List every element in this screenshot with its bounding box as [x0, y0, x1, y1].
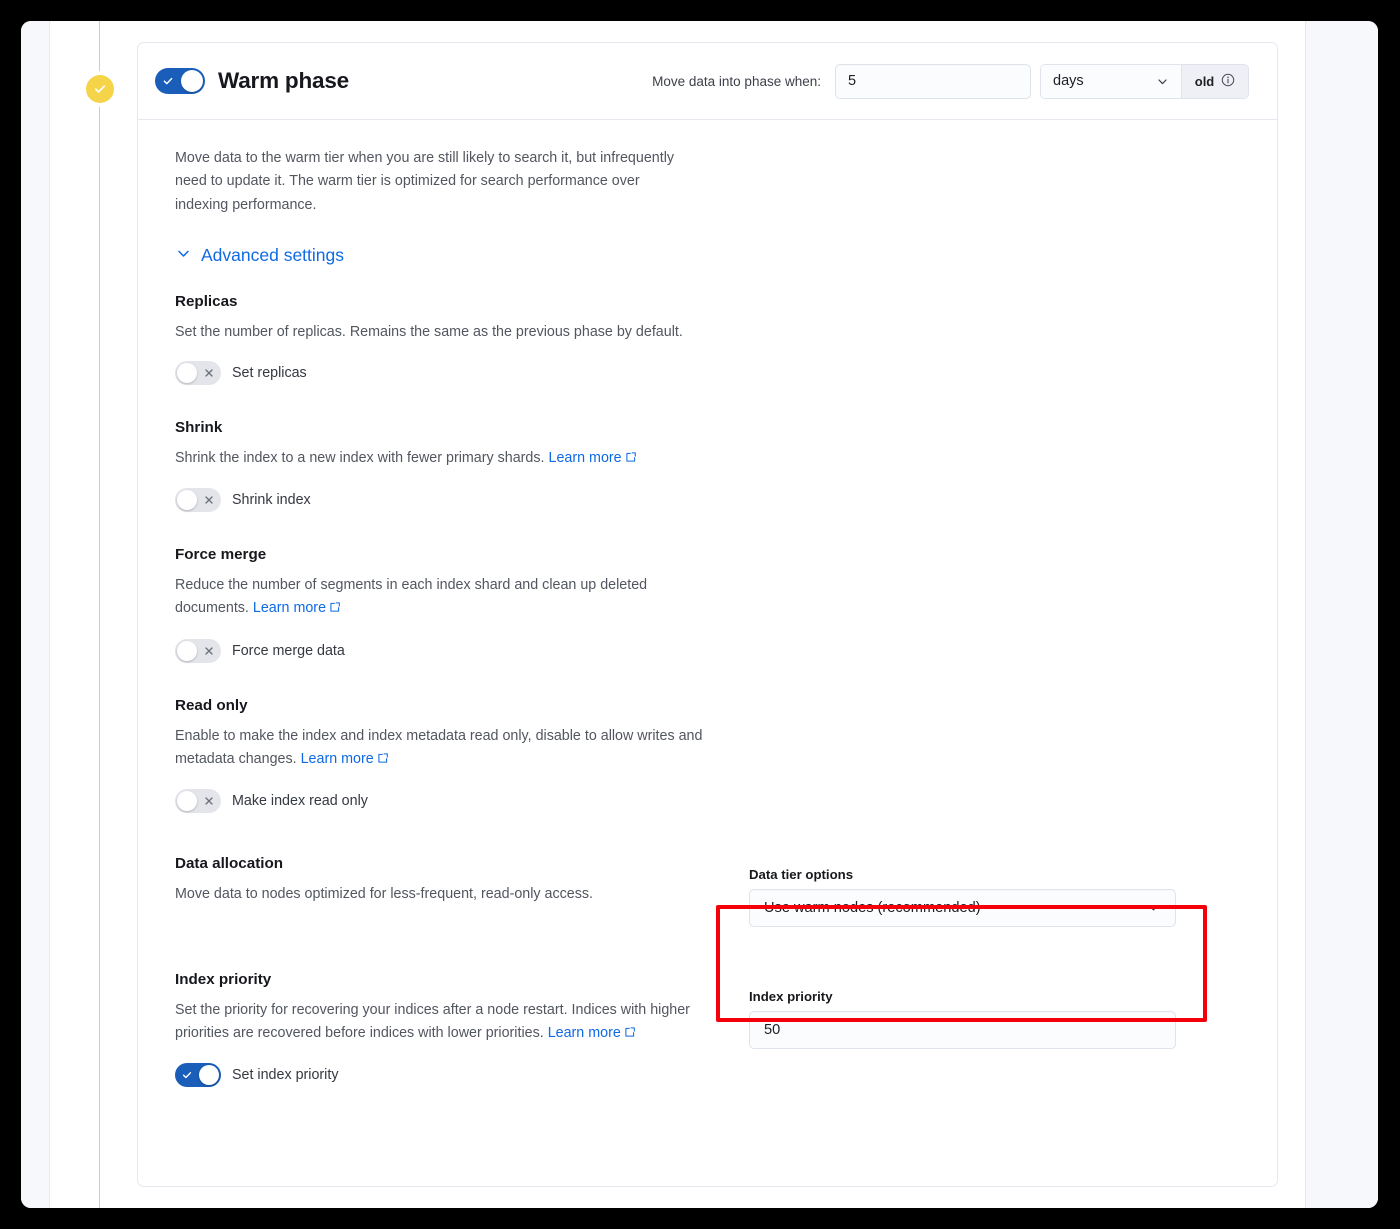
right-side-panel	[1305, 21, 1378, 1208]
section-description: Move data to nodes optimized for less-fr…	[175, 883, 710, 906]
section-title: Replicas	[175, 293, 721, 310]
learn-more-link[interactable]: Learn more	[548, 1025, 636, 1041]
section-description: Enable to make the index and index metad…	[175, 725, 710, 772]
external-link-icon	[625, 448, 637, 471]
chevron-down-icon	[1156, 75, 1169, 88]
shrink-index-toggle[interactable]	[175, 488, 221, 512]
advanced-settings-label: Advanced settings	[201, 245, 344, 266]
section-read-only: Read only Enable to make the index and i…	[175, 697, 1249, 813]
force-merge-label: Force merge data	[232, 643, 345, 659]
phase-timeline-check-icon	[86, 75, 114, 103]
cross-icon	[197, 488, 221, 512]
shrink-index-row: Shrink index	[175, 488, 721, 512]
section-force-merge: Force merge Reduce the number of segment…	[175, 546, 1249, 662]
data-tier-options-label: Data tier options	[749, 867, 1249, 882]
section-shrink: Shrink Shrink the index to a new index w…	[175, 419, 1249, 512]
external-link-icon	[624, 1023, 636, 1046]
check-icon	[175, 1063, 199, 1087]
index-priority-label: Index priority	[749, 989, 1249, 1004]
read-only-label: Make index read only	[232, 793, 368, 809]
section-index-priority: Index priority Set the priority for reco…	[175, 971, 1249, 1087]
learn-more-label: Learn more	[549, 450, 622, 466]
min-age-suffix: old	[1181, 65, 1248, 98]
data-tier-options-value: Use warm nodes (recommended)	[764, 900, 981, 916]
phase-timeline-line	[99, 21, 100, 1208]
toggle-knob	[177, 490, 197, 510]
section-title: Index priority	[175, 971, 721, 988]
external-link-icon	[329, 598, 341, 621]
index-priority-input[interactable]	[749, 1011, 1176, 1049]
page-surface: Warm phase Move data into phase when: da…	[21, 21, 1378, 1208]
chevron-down-icon	[175, 245, 192, 267]
cross-icon	[197, 361, 221, 385]
toggle-knob	[181, 70, 203, 92]
warm-phase-card: Warm phase Move data into phase when: da…	[137, 42, 1278, 1187]
section-description-text: Enable to make the index and index metad…	[175, 728, 702, 767]
chevron-down-icon	[1146, 900, 1161, 915]
advanced-settings-toggle[interactable]: Advanced settings	[175, 245, 344, 267]
section-description: Set the priority for recovering your ind…	[175, 999, 710, 1046]
info-circle-icon[interactable]	[1221, 73, 1235, 90]
learn-more-label: Learn more	[301, 751, 374, 767]
section-title: Read only	[175, 697, 721, 714]
set-replicas-toggle[interactable]	[175, 361, 221, 385]
toggle-knob	[199, 1065, 219, 1085]
phase-body: Move data to the warm tier when you are …	[138, 120, 1277, 1087]
cross-icon	[197, 639, 221, 663]
set-index-priority-toggle[interactable]	[175, 1063, 221, 1087]
set-replicas-label: Set replicas	[232, 365, 307, 381]
min-age-unit-value: days	[1053, 73, 1084, 89]
set-index-priority-label: Set index priority	[232, 1067, 338, 1083]
section-data-allocation: Data allocation Move data to nodes optim…	[175, 855, 1249, 927]
screenshot-root: Warm phase Move data into phase when: da…	[0, 0, 1400, 1229]
force-merge-toggle[interactable]	[175, 639, 221, 663]
toggle-knob	[177, 791, 197, 811]
section-description-text: Reduce the number of segments in each in…	[175, 577, 647, 616]
learn-more-label: Learn more	[548, 1025, 621, 1041]
learn-more-link[interactable]: Learn more	[253, 600, 341, 616]
shrink-index-label: Shrink index	[232, 492, 311, 508]
cross-icon	[197, 789, 221, 813]
section-description: Set the number of replicas. Remains the …	[175, 321, 710, 344]
phase-timing-controls: Move data into phase when: days	[652, 64, 1249, 99]
min-age-unit-group: days old	[1040, 64, 1249, 99]
read-only-row: Make index read only	[175, 789, 721, 813]
force-merge-row: Force merge data	[175, 639, 721, 663]
learn-more-link[interactable]: Learn more	[549, 450, 637, 466]
check-icon	[155, 68, 181, 94]
min-age-suffix-label: old	[1195, 74, 1215, 89]
section-description: Shrink the index to a new index with few…	[175, 447, 710, 471]
section-replicas: Replicas Set the number of replicas. Rem…	[175, 293, 1249, 385]
toggle-knob	[177, 363, 197, 383]
section-title: Force merge	[175, 546, 721, 563]
phase-description: Move data to the warm tier when you are …	[175, 147, 675, 217]
toggle-knob	[177, 641, 197, 661]
section-description: Reduce the number of segments in each in…	[175, 574, 710, 621]
left-rail	[21, 21, 50, 1208]
section-title: Data allocation	[175, 855, 721, 872]
learn-more-label: Learn more	[253, 600, 326, 616]
phase-title: Warm phase	[218, 68, 349, 94]
move-data-label: Move data into phase when:	[652, 74, 821, 89]
min-age-input[interactable]	[835, 64, 1031, 99]
learn-more-link[interactable]: Learn more	[301, 751, 389, 767]
phase-header: Warm phase Move data into phase when: da…	[138, 43, 1277, 120]
section-title: Shrink	[175, 419, 721, 436]
warm-phase-enable-toggle[interactable]	[155, 68, 205, 94]
make-index-read-only-toggle[interactable]	[175, 789, 221, 813]
section-description-text: Shrink the index to a new index with few…	[175, 450, 545, 466]
external-link-icon	[377, 749, 389, 772]
set-replicas-row: Set replicas	[175, 361, 721, 385]
data-tier-options-field[interactable]: Use warm nodes (recommended)	[749, 889, 1176, 927]
index-priority-row: Set index priority	[175, 1063, 721, 1087]
min-age-unit-select[interactable]: days	[1041, 65, 1181, 98]
